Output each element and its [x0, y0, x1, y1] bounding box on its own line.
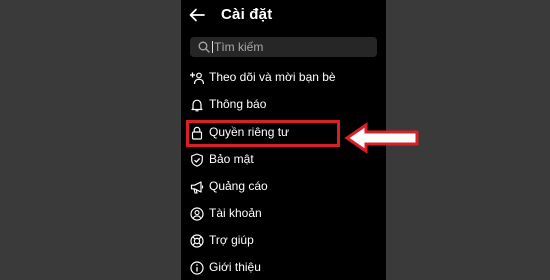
menu-item-label: Trợ giúp: [209, 233, 254, 247]
shield-check-icon: [191, 153, 203, 167]
text-cursor: [212, 41, 213, 53]
megaphone-icon: [190, 181, 204, 194]
menu-item-label: Quảng cáo: [209, 179, 268, 193]
menu-item-label: Bảo mật: [209, 152, 254, 166]
menu-item-label: Thông báo: [209, 97, 267, 111]
highlight-box: [186, 120, 340, 147]
lifebuoy-icon: [190, 234, 204, 248]
menu-item-label: Giới thiệu: [209, 260, 261, 274]
arrow-left-annotation-icon: [344, 122, 419, 154]
menu-item-follow-invite[interactable]: Theo dõi và mời bạn bè: [181, 66, 386, 90]
add-person-icon: [190, 72, 204, 85]
menu-item-ads[interactable]: Quảng cáo: [181, 175, 386, 199]
info-icon: [190, 261, 204, 275]
arrow-left-icon[interactable]: [189, 8, 205, 22]
search-input[interactable]: [214, 37, 369, 57]
search-icon: [198, 41, 210, 53]
menu-item-label: Theo dõi và mời bạn bè: [209, 70, 336, 84]
menu-item-account[interactable]: Tài khoản: [181, 202, 386, 226]
page-title: Cài đặt: [221, 6, 273, 23]
menu-item-notifications[interactable]: Thông báo: [181, 93, 386, 117]
menu-item-help[interactable]: Trợ giúp: [181, 229, 386, 253]
header: Cài đặt: [181, 0, 386, 32]
account-circle-icon: [190, 207, 204, 221]
menu-item-about[interactable]: Giới thiệu: [181, 256, 386, 280]
menu-item-label: Tài khoản: [209, 206, 262, 220]
bell-icon: [191, 99, 203, 112]
search-bar[interactable]: [190, 37, 377, 57]
